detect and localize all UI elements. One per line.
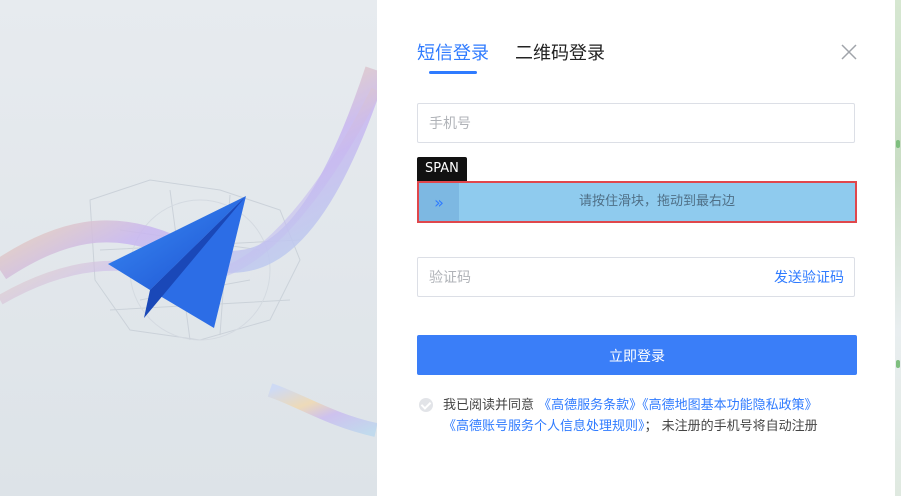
send-code-button[interactable]: 发送验证码 bbox=[774, 258, 844, 298]
login-button[interactable]: 立即登录 bbox=[417, 335, 857, 375]
map-marker-icon bbox=[896, 140, 900, 148]
agreement-prefix: 我已阅读并同意 bbox=[443, 398, 535, 413]
code-placeholder: 验证码 bbox=[429, 270, 471, 286]
login-panel: 短信登录 二维码登录 手机号 SPAN » 请按住滑块，拖动到最右边 验证码 发… bbox=[377, 0, 895, 496]
background-map-edge bbox=[895, 0, 901, 496]
slider-handle[interactable]: » bbox=[419, 183, 459, 221]
slide-captcha[interactable]: » 请按住滑块，拖动到最右边 bbox=[417, 181, 857, 223]
tab-sms-login[interactable]: 短信登录 bbox=[417, 42, 489, 66]
paper-plane-illustration bbox=[0, 66, 377, 437]
close-icon[interactable] bbox=[840, 43, 858, 61]
privacy-policy-link[interactable]: 《高德地图基本功能隐私政策》 bbox=[642, 398, 818, 413]
hero-illustration bbox=[0, 0, 377, 496]
element-tooltip: SPAN bbox=[417, 157, 467, 181]
agreement-suffix: ； 未注册的手机号将自动注册 bbox=[644, 419, 818, 434]
double-chevron-right-icon: » bbox=[434, 192, 444, 212]
phone-placeholder: 手机号 bbox=[429, 116, 471, 132]
agreement-checkbox[interactable] bbox=[419, 398, 433, 412]
tab-qrcode-login[interactable]: 二维码登录 bbox=[515, 42, 605, 66]
slider-hint: 请按住滑块，拖动到最右边 bbox=[578, 194, 735, 209]
active-tab-indicator bbox=[429, 71, 477, 74]
personal-info-rules-link[interactable]: 《高德账号服务个人信息处理规则》 bbox=[443, 419, 645, 434]
verification-code-input[interactable]: 验证码 发送验证码 bbox=[417, 257, 855, 297]
phone-input[interactable]: 手机号 bbox=[417, 103, 855, 143]
terms-link[interactable]: 《高德服务条款》 bbox=[538, 398, 642, 413]
map-marker-icon bbox=[896, 360, 900, 368]
